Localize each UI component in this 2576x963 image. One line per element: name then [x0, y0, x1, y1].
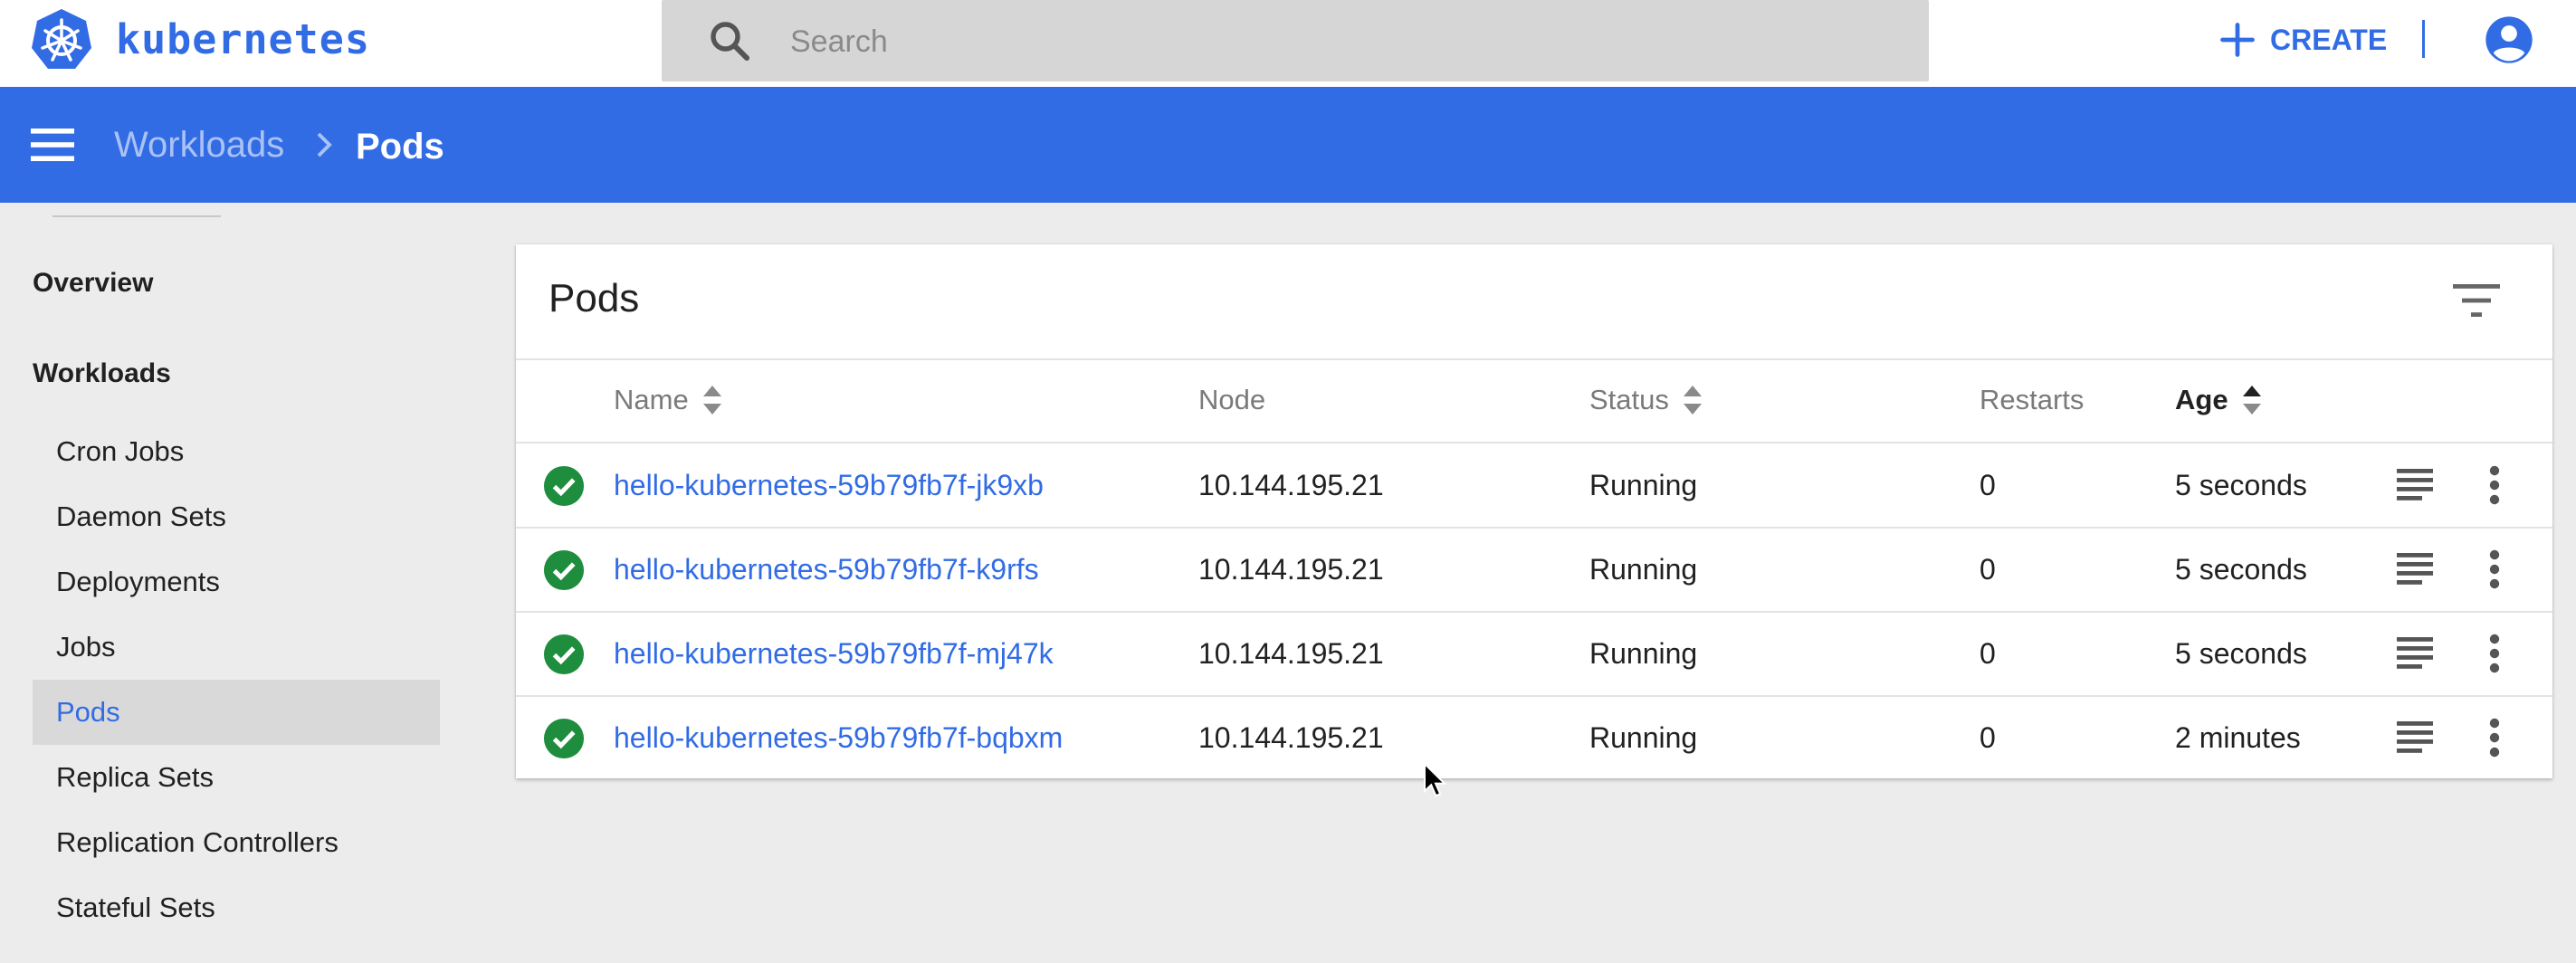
logs-icon[interactable] — [2397, 721, 2433, 754]
check-circle-icon — [543, 634, 585, 675]
more-vert-icon[interactable] — [2487, 634, 2502, 673]
sidebar-item-workloads[interactable]: Workloads — [33, 358, 171, 389]
table-row: hello-kubernetes-59b79fb7f-jk9xb 10.144.… — [516, 443, 2552, 527]
pod-age: 5 seconds — [2175, 553, 2307, 586]
check-circle-icon — [543, 465, 585, 507]
table-row: hello-kubernetes-59b79fb7f-mj47k 10.144.… — [516, 612, 2552, 695]
create-button[interactable]: CREATE — [2218, 14, 2387, 65]
pod-name-link[interactable]: hello-kubernetes-59b79fb7f-mj47k — [614, 612, 1054, 695]
sidebar-item-jobs[interactable]: Jobs — [33, 615, 440, 680]
column-label: Name — [614, 384, 689, 415]
check-circle-icon — [543, 718, 585, 759]
sidebar-item-deployments[interactable]: Deployments — [33, 549, 440, 615]
card-title: Pods — [549, 276, 640, 320]
sidebar-item-overview[interactable]: Overview — [33, 268, 153, 299]
pod-status: Running — [1589, 721, 1698, 754]
logs-icon[interactable] — [2397, 553, 2433, 586]
table-row: hello-kubernetes-59b79fb7f-bqbxm 10.144.… — [516, 696, 2552, 779]
pod-name-link[interactable]: hello-kubernetes-59b79fb7f-jk9xb — [614, 443, 1044, 527]
search-input[interactable] — [788, 0, 1878, 83]
column-header-node: Node — [1198, 371, 1265, 429]
table-row: hello-kubernetes-59b79fb7f-k9rfs 10.144.… — [516, 528, 2552, 611]
breadcrumb-current: Pods — [356, 127, 444, 167]
pod-restarts: 0 — [1980, 469, 1996, 501]
sidebar-item-replication-controllers[interactable]: Replication Controllers — [33, 810, 440, 875]
column-label: Age — [2175, 384, 2228, 415]
logs-icon[interactable] — [2397, 469, 2433, 501]
pod-name-link[interactable]: hello-kubernetes-59b79fb7f-bqbxm — [614, 696, 1063, 779]
sort-asc-icon[interactable] — [2241, 384, 2263, 416]
pod-node: 10.144.195.21 — [1198, 469, 1384, 501]
breadcrumb-workloads[interactable]: Workloads — [114, 119, 284, 170]
pod-status: Running — [1589, 553, 1698, 586]
filter-list-icon[interactable] — [2453, 282, 2500, 319]
brand-name[interactable]: kubernetes — [116, 13, 370, 67]
hamburger-menu-icon[interactable] — [29, 123, 76, 167]
create-label: CREATE — [2270, 23, 2388, 56]
pods-card: Pods Name Node Status Restarts Age hello… — [516, 244, 2552, 778]
sidebar-item-pods[interactable]: Pods — [33, 680, 440, 745]
column-header-status[interactable]: Status — [1589, 371, 1703, 429]
more-vert-icon[interactable] — [2487, 549, 2502, 589]
more-vert-icon[interactable] — [2487, 465, 2502, 505]
pod-restarts: 0 — [1980, 637, 1996, 670]
pod-restarts: 0 — [1980, 553, 1996, 586]
pod-node: 10.144.195.21 — [1198, 721, 1384, 754]
sort-arrows-icon[interactable] — [1682, 384, 1703, 416]
column-label: Restarts — [1980, 384, 2085, 415]
column-header-name[interactable]: Name — [614, 371, 723, 429]
sidebar-item-daemon-sets[interactable]: Daemon Sets — [33, 484, 440, 549]
pod-status: Running — [1589, 637, 1698, 670]
kubernetes-logo-icon[interactable] — [29, 7, 94, 72]
column-label: Status — [1589, 384, 1669, 415]
toolbar-divider — [2422, 20, 2425, 58]
page-header: Workloads Pods — [0, 87, 2576, 203]
sidebar-item-stateful-sets[interactable]: Stateful Sets — [33, 875, 440, 940]
mouse-cursor-icon — [1424, 762, 1446, 797]
search-icon — [711, 22, 750, 62]
column-header-age[interactable]: Age — [2175, 371, 2263, 429]
sidebar-item-cron-jobs[interactable]: Cron Jobs — [33, 419, 440, 484]
column-header-restarts: Restarts — [1980, 371, 2084, 429]
pod-name-link[interactable]: hello-kubernetes-59b79fb7f-k9rfs — [614, 528, 1039, 611]
account-circle-icon[interactable] — [2484, 14, 2534, 65]
pod-node: 10.144.195.21 — [1198, 637, 1384, 670]
check-circle-icon — [543, 549, 585, 591]
sidebar-item-replica-sets[interactable]: Replica Sets — [33, 745, 440, 810]
pod-age: 5 seconds — [2175, 469, 2307, 501]
sidebar-divider — [52, 215, 221, 217]
column-label: Node — [1198, 384, 1266, 415]
pod-node: 10.144.195.21 — [1198, 553, 1384, 586]
chevron-right-icon — [317, 132, 332, 157]
search-box[interactable] — [662, 0, 1929, 83]
pod-restarts: 0 — [1980, 721, 1996, 754]
sort-arrows-icon[interactable] — [701, 384, 723, 416]
pod-status: Running — [1589, 469, 1698, 501]
plus-icon — [2220, 23, 2255, 57]
top-bar: kubernetes CREATE — [0, 0, 2576, 87]
divider — [516, 358, 2552, 360]
pod-age: 2 minutes — [2175, 721, 2301, 754]
logs-icon[interactable] — [2397, 637, 2433, 670]
more-vert-icon[interactable] — [2487, 718, 2502, 758]
pod-age: 5 seconds — [2175, 637, 2307, 670]
